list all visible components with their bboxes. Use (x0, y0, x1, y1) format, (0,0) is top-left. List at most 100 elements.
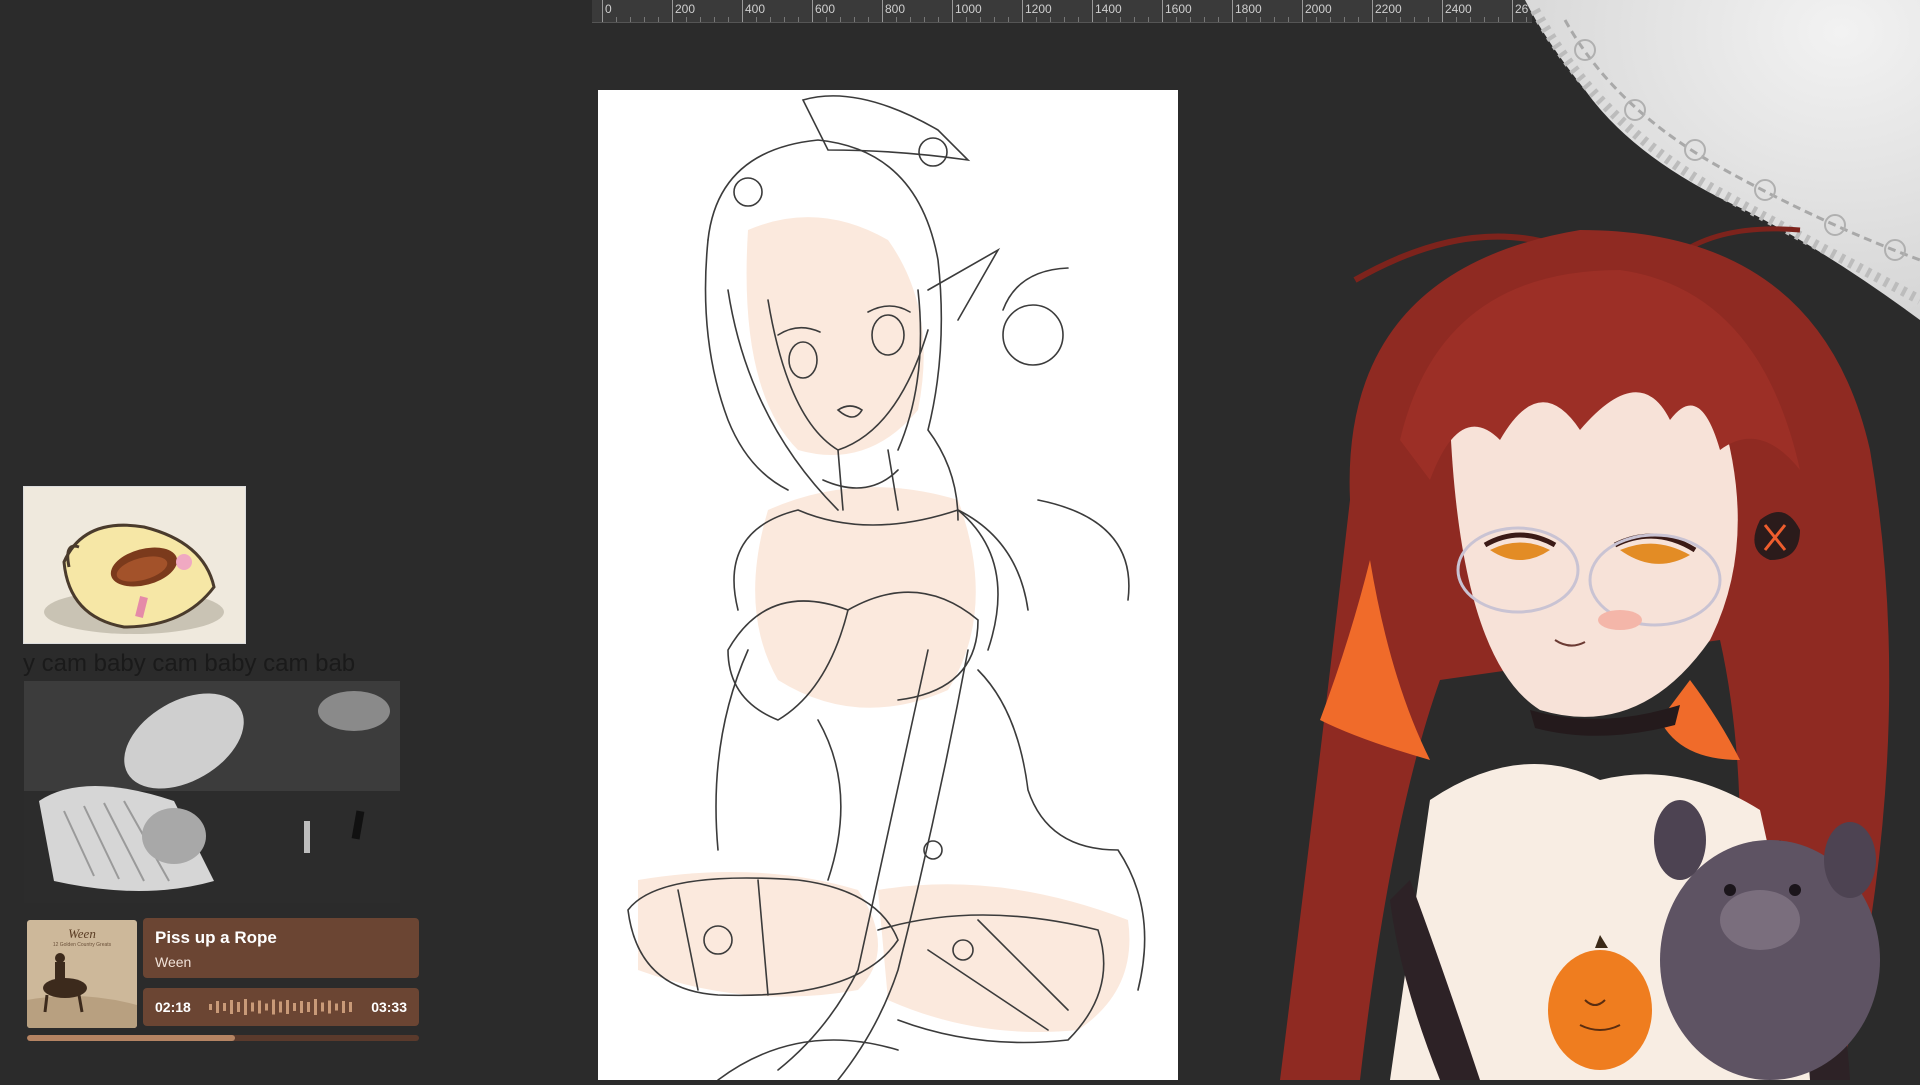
ruler-minor-tick (1120, 17, 1121, 22)
waveform-bar (258, 1000, 261, 1014)
waveform-icon (209, 999, 352, 1015)
ruler-label: 1400 (1095, 2, 1122, 16)
waveform-bar (223, 1003, 226, 1011)
ruler-minor-tick (1008, 17, 1009, 22)
ruler-minor-tick (756, 17, 757, 22)
ruler-minor-tick (1218, 17, 1219, 22)
waveform-bar (314, 999, 317, 1015)
ruler-minor-tick (658, 17, 659, 22)
ruler-minor-tick (1190, 17, 1191, 22)
ruler-minor-tick (728, 17, 729, 22)
ruler-minor-tick (1176, 17, 1177, 22)
ruler-minor-tick (1274, 17, 1275, 22)
ruler-minor-tick (1428, 17, 1429, 22)
ruler-label: 2400 (1445, 2, 1472, 16)
ruler-minor-tick (980, 17, 981, 22)
ruler-major-tick (1302, 0, 1303, 22)
ruler-minor-tick (924, 17, 925, 22)
ruler-minor-tick (1456, 17, 1457, 22)
track-artist: Ween (155, 954, 192, 970)
ruler-major-tick (882, 0, 883, 22)
ruler-minor-tick (686, 17, 687, 22)
ruler-minor-tick (938, 17, 939, 22)
ruler-minor-tick (1260, 17, 1261, 22)
ruler-minor-tick (1148, 17, 1149, 22)
ruler-minor-tick (798, 17, 799, 22)
ruler-minor-tick (1484, 17, 1485, 22)
ruler-minor-tick (630, 17, 631, 22)
grayscale-photo (24, 681, 400, 903)
ruler-minor-tick (1330, 17, 1331, 22)
drawing-canvas[interactable] (598, 90, 1178, 1080)
playback-progress-bar[interactable] (27, 1035, 419, 1041)
waveform-bar (209, 1004, 212, 1010)
waveform-bar (300, 1001, 303, 1013)
ruler-minor-tick (840, 17, 841, 22)
ruler-minor-tick (1470, 17, 1471, 22)
ruler-label: 1000 (955, 2, 982, 16)
cockroach-sticker (23, 486, 246, 644)
ruler-major-tick (742, 0, 743, 22)
ruler-label: 2000 (1305, 2, 1332, 16)
album-cover: Ween 12 Golden Country Greats (27, 920, 137, 1028)
teddy-plush-icon (1654, 800, 1880, 1080)
waveform-bar (265, 1003, 268, 1011)
ruler-label: 1600 (1165, 2, 1192, 16)
track-info-panel: Piss up a Rope Ween (143, 918, 419, 978)
waveform-bar (321, 1002, 324, 1012)
ruler-minor-tick (700, 17, 701, 22)
track-title: Piss up a Rope (155, 928, 277, 947)
ruler-label: 400 (745, 2, 766, 16)
waveform-bar (279, 1001, 282, 1013)
ruler-minor-tick (1288, 17, 1289, 22)
waveform-bar (230, 1000, 233, 1014)
waveform-bar (216, 1001, 219, 1013)
ruler-minor-tick (854, 17, 855, 22)
ruler-minor-tick (1344, 17, 1345, 22)
ruler-minor-tick (616, 17, 617, 22)
ruler-minor-tick (1050, 17, 1051, 22)
ruler-minor-tick (1316, 17, 1317, 22)
ruler-minor-tick (994, 17, 995, 22)
ruler-major-tick (1372, 0, 1373, 22)
ruler-minor-tick (1246, 17, 1247, 22)
ruler-minor-tick (1498, 17, 1499, 22)
ruler-label: 1200 (1025, 2, 1052, 16)
waveform-bar (286, 1000, 289, 1014)
ruler-minor-tick (1078, 17, 1079, 22)
ruler-label: 1800 (1235, 2, 1262, 16)
ruler-minor-tick (1204, 17, 1205, 22)
ruler-minor-tick (910, 17, 911, 22)
ruler-major-tick (602, 0, 603, 22)
ruler-minor-tick (1358, 17, 1359, 22)
ruler-major-tick (1022, 0, 1023, 22)
ruler-label: 2200 (1375, 2, 1402, 16)
waveform-bar (244, 999, 247, 1015)
ruler-minor-tick (826, 17, 827, 22)
ruler-minor-tick (714, 17, 715, 22)
ruler-minor-tick (1106, 17, 1107, 22)
playback-progress-fill (27, 1035, 235, 1041)
elapsed-time: 02:18 (155, 999, 191, 1015)
ruler-minor-tick (1134, 17, 1135, 22)
ruler-major-tick (952, 0, 953, 22)
playback-panel: 02:18 03:33 (143, 988, 419, 1026)
waveform-bar (293, 1003, 296, 1011)
ruler-label: 200 (675, 2, 696, 16)
waveform-bar (237, 1002, 240, 1012)
ruler-major-tick (672, 0, 673, 22)
sketch-artwork (627, 95, 1146, 1080)
ruler-minor-tick (1036, 17, 1037, 22)
waveform-bar (307, 1002, 310, 1012)
waveform-bar (349, 1002, 352, 1012)
canvas-ruler[interactable]: 0 200 400 600 800 1000 1200 1400 1600 1800 2000 220… (592, 0, 1532, 23)
ruler-major-tick (1232, 0, 1233, 22)
waveform-bar (335, 1003, 338, 1011)
ruler-minor-tick (868, 17, 869, 22)
ruler-minor-tick (966, 17, 967, 22)
ruler-minor-tick (770, 17, 771, 22)
ruler-label: 600 (815, 2, 836, 16)
vtuber-avatar (1200, 120, 1920, 1080)
ruler-minor-tick (1400, 17, 1401, 22)
waveform-bar (328, 1000, 331, 1014)
